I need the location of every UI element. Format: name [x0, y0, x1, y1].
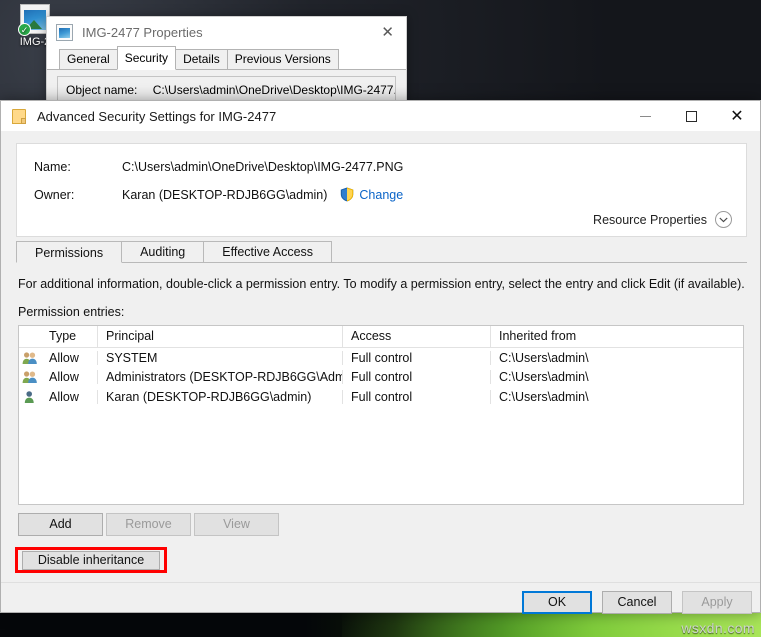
dialog-tabstrip: Permissions Auditing Effective Access: [16, 241, 747, 263]
onedrive-sync-check-icon: ✓: [18, 23, 31, 36]
tab-auditing[interactable]: Auditing: [121, 241, 205, 262]
chevron-down-icon: [715, 211, 732, 228]
cell-principal: SYSTEM: [97, 350, 342, 365]
minimize-button[interactable]: [622, 101, 668, 131]
properties-title: IMG-2477 Properties: [82, 25, 203, 40]
folder-permissions-icon: [12, 108, 26, 124]
cell-access: Full control: [342, 370, 490, 385]
owner-row: Owner: Karan (DESKTOP-RDJB6GG\admin) Cha…: [17, 174, 746, 202]
single-user-icon: [19, 390, 41, 404]
footer-divider: [1, 582, 760, 583]
change-owner-link[interactable]: Change: [359, 188, 403, 202]
column-header-inherited-from[interactable]: Inherited from: [490, 325, 743, 348]
apply-button: Apply: [682, 591, 752, 614]
tab-effective-access[interactable]: Effective Access: [203, 241, 333, 262]
ok-button[interactable]: OK: [522, 591, 592, 614]
properties-body: Object name: C:\Users\admin\OneDrive\Des…: [47, 70, 406, 104]
name-value: C:\Users\admin\OneDrive\Desktop\IMG-2477…: [122, 160, 404, 174]
remove-button: Remove: [106, 513, 191, 536]
window-controls: ✕: [622, 101, 760, 131]
column-header-access[interactable]: Access: [342, 325, 490, 348]
cell-access: Full control: [342, 389, 490, 404]
cancel-button[interactable]: Cancel: [602, 591, 672, 614]
resource-properties-label: Resource Properties: [593, 212, 707, 227]
tab-general[interactable]: General: [59, 49, 118, 69]
maximize-icon: [685, 110, 697, 122]
advanced-security-settings-dialog[interactable]: Advanced Security Settings for IMG-2477 …: [0, 100, 761, 614]
cell-inherited-from: C:\Users\admin\: [490, 370, 743, 385]
view-button: View: [194, 513, 279, 536]
maximize-button[interactable]: [668, 101, 714, 131]
cell-type: Allow: [49, 370, 79, 385]
desktop-wallpaper-strip: [0, 609, 761, 637]
resource-properties-toggle[interactable]: Resource Properties: [593, 211, 732, 228]
screen: wsxdn.com ✓ IMG-2 IMG-2477 Properties ✕ …: [0, 0, 761, 637]
object-name-value: C:\Users\admin\OneDrive\Desktop\IMG-2477…: [152, 83, 396, 97]
properties-titlebar: IMG-2477 Properties ✕: [47, 17, 406, 48]
cell-access: Full control: [342, 350, 490, 365]
instructions-text: For additional information, double-click…: [18, 277, 745, 291]
permission-entries-list[interactable]: Type Principal Access Inherited from All…: [18, 325, 744, 505]
cell-principal: Administrators (DESKTOP-RDJB6GG\Admini..…: [97, 370, 342, 385]
dialog-title: Advanced Security Settings for IMG-2477: [37, 108, 277, 124]
cell-principal: Karan (DESKTOP-RDJB6GG\admin): [97, 389, 342, 404]
cell-type: Allow: [49, 350, 79, 365]
disable-inheritance-button[interactable]: Disable inheritance: [22, 551, 160, 570]
users-group-icon: [19, 351, 41, 365]
table-row[interactable]: Allow SYSTEM Full control C:\Users\admin…: [19, 348, 743, 368]
minimize-icon: [639, 115, 651, 117]
owner-label: Owner:: [34, 187, 75, 202]
cell-inherited-from: C:\Users\admin\: [490, 350, 743, 365]
object-name-label: Object name:: [66, 83, 138, 97]
column-header-icon: [19, 326, 41, 348]
close-icon[interactable]: ✕: [381, 25, 394, 40]
add-button[interactable]: Add: [18, 513, 103, 536]
tab-previous-versions[interactable]: Previous Versions: [226, 49, 339, 69]
column-header-principal[interactable]: Principal: [97, 325, 342, 348]
permission-entries-label: Permission entries:: [18, 305, 125, 319]
table-header-row: Type Principal Access Inherited from: [19, 325, 743, 348]
properties-tabstrip: General Security Details Previous Versio…: [47, 46, 406, 70]
uac-shield-icon: [340, 187, 354, 202]
image-file-icon: [56, 24, 73, 41]
owner-value: Karan (DESKTOP-RDJB6GG\admin): [122, 187, 328, 202]
tab-permissions[interactable]: Permissions: [16, 241, 123, 263]
watermark: wsxdn.com: [681, 620, 755, 636]
cell-inherited-from: C:\Users\admin\: [490, 389, 743, 404]
table-row[interactable]: Allow Karan (DESKTOP-RDJB6GG\admin) Full…: [19, 387, 743, 407]
properties-window[interactable]: IMG-2477 Properties ✕ General Security D…: [46, 16, 407, 105]
users-group-icon: [19, 370, 41, 384]
tab-details[interactable]: Details: [175, 49, 228, 69]
close-button[interactable]: ✕: [714, 101, 760, 131]
table-row[interactable]: Allow Administrators (DESKTOP-RDJB6GG\Ad…: [19, 368, 743, 388]
name-row: Name: C:\Users\admin\OneDrive\Desktop\IM…: [17, 144, 746, 174]
column-header-type[interactable]: Type: [41, 326, 97, 348]
cell-type: Allow: [49, 389, 79, 404]
dialog-titlebar: Advanced Security Settings for IMG-2477 …: [1, 101, 760, 131]
name-label: Name:: [34, 160, 71, 174]
tab-security[interactable]: Security: [116, 46, 177, 70]
close-icon: ✕: [730, 106, 744, 125]
object-info-panel: Name: C:\Users\admin\OneDrive\Desktop\IM…: [16, 143, 747, 237]
